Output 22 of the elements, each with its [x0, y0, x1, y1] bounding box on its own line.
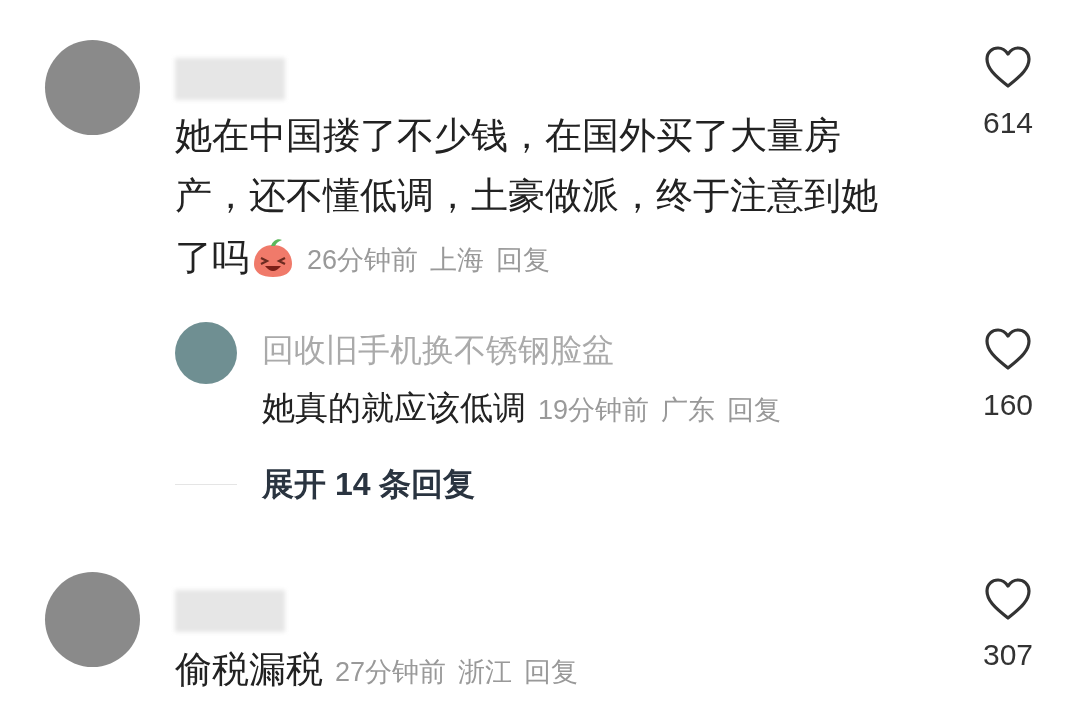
- comment-text: 产，还不懂低调，土豪做派，终于注意到她: [175, 175, 878, 216]
- comment-location: 广东: [661, 394, 716, 427]
- like-count: 614: [982, 105, 1034, 141]
- comment-time: 27分钟前: [335, 656, 447, 689]
- comment-text: 了吗: [175, 236, 249, 280]
- comment-location: 浙江: [458, 656, 513, 689]
- comment-time: 26分钟前: [307, 244, 419, 277]
- comment-time: 19分钟前: [538, 394, 650, 427]
- reply-username[interactable]: 回收旧手机换不锈钢脸盆: [262, 322, 782, 378]
- like-count: 160: [982, 387, 1034, 423]
- comment-text: 她在中国搂了不少钱，在国外买了大量房: [175, 115, 841, 156]
- heart-icon[interactable]: [984, 45, 1032, 89]
- reply-link[interactable]: 回复: [496, 230, 551, 290]
- comment-location: 上海: [430, 244, 485, 277]
- reply-text: 她真的就应该低调: [262, 388, 526, 428]
- heart-icon[interactable]: [984, 327, 1032, 371]
- expand-replies-link[interactable]: 展开 14 条回复: [262, 454, 476, 514]
- comment-text: 偷税漏税: [175, 648, 323, 692]
- heart-icon[interactable]: [984, 577, 1032, 621]
- like-count: 307: [982, 637, 1034, 673]
- reply-link[interactable]: 回复: [524, 642, 579, 702]
- reply-link[interactable]: 回复: [727, 380, 782, 440]
